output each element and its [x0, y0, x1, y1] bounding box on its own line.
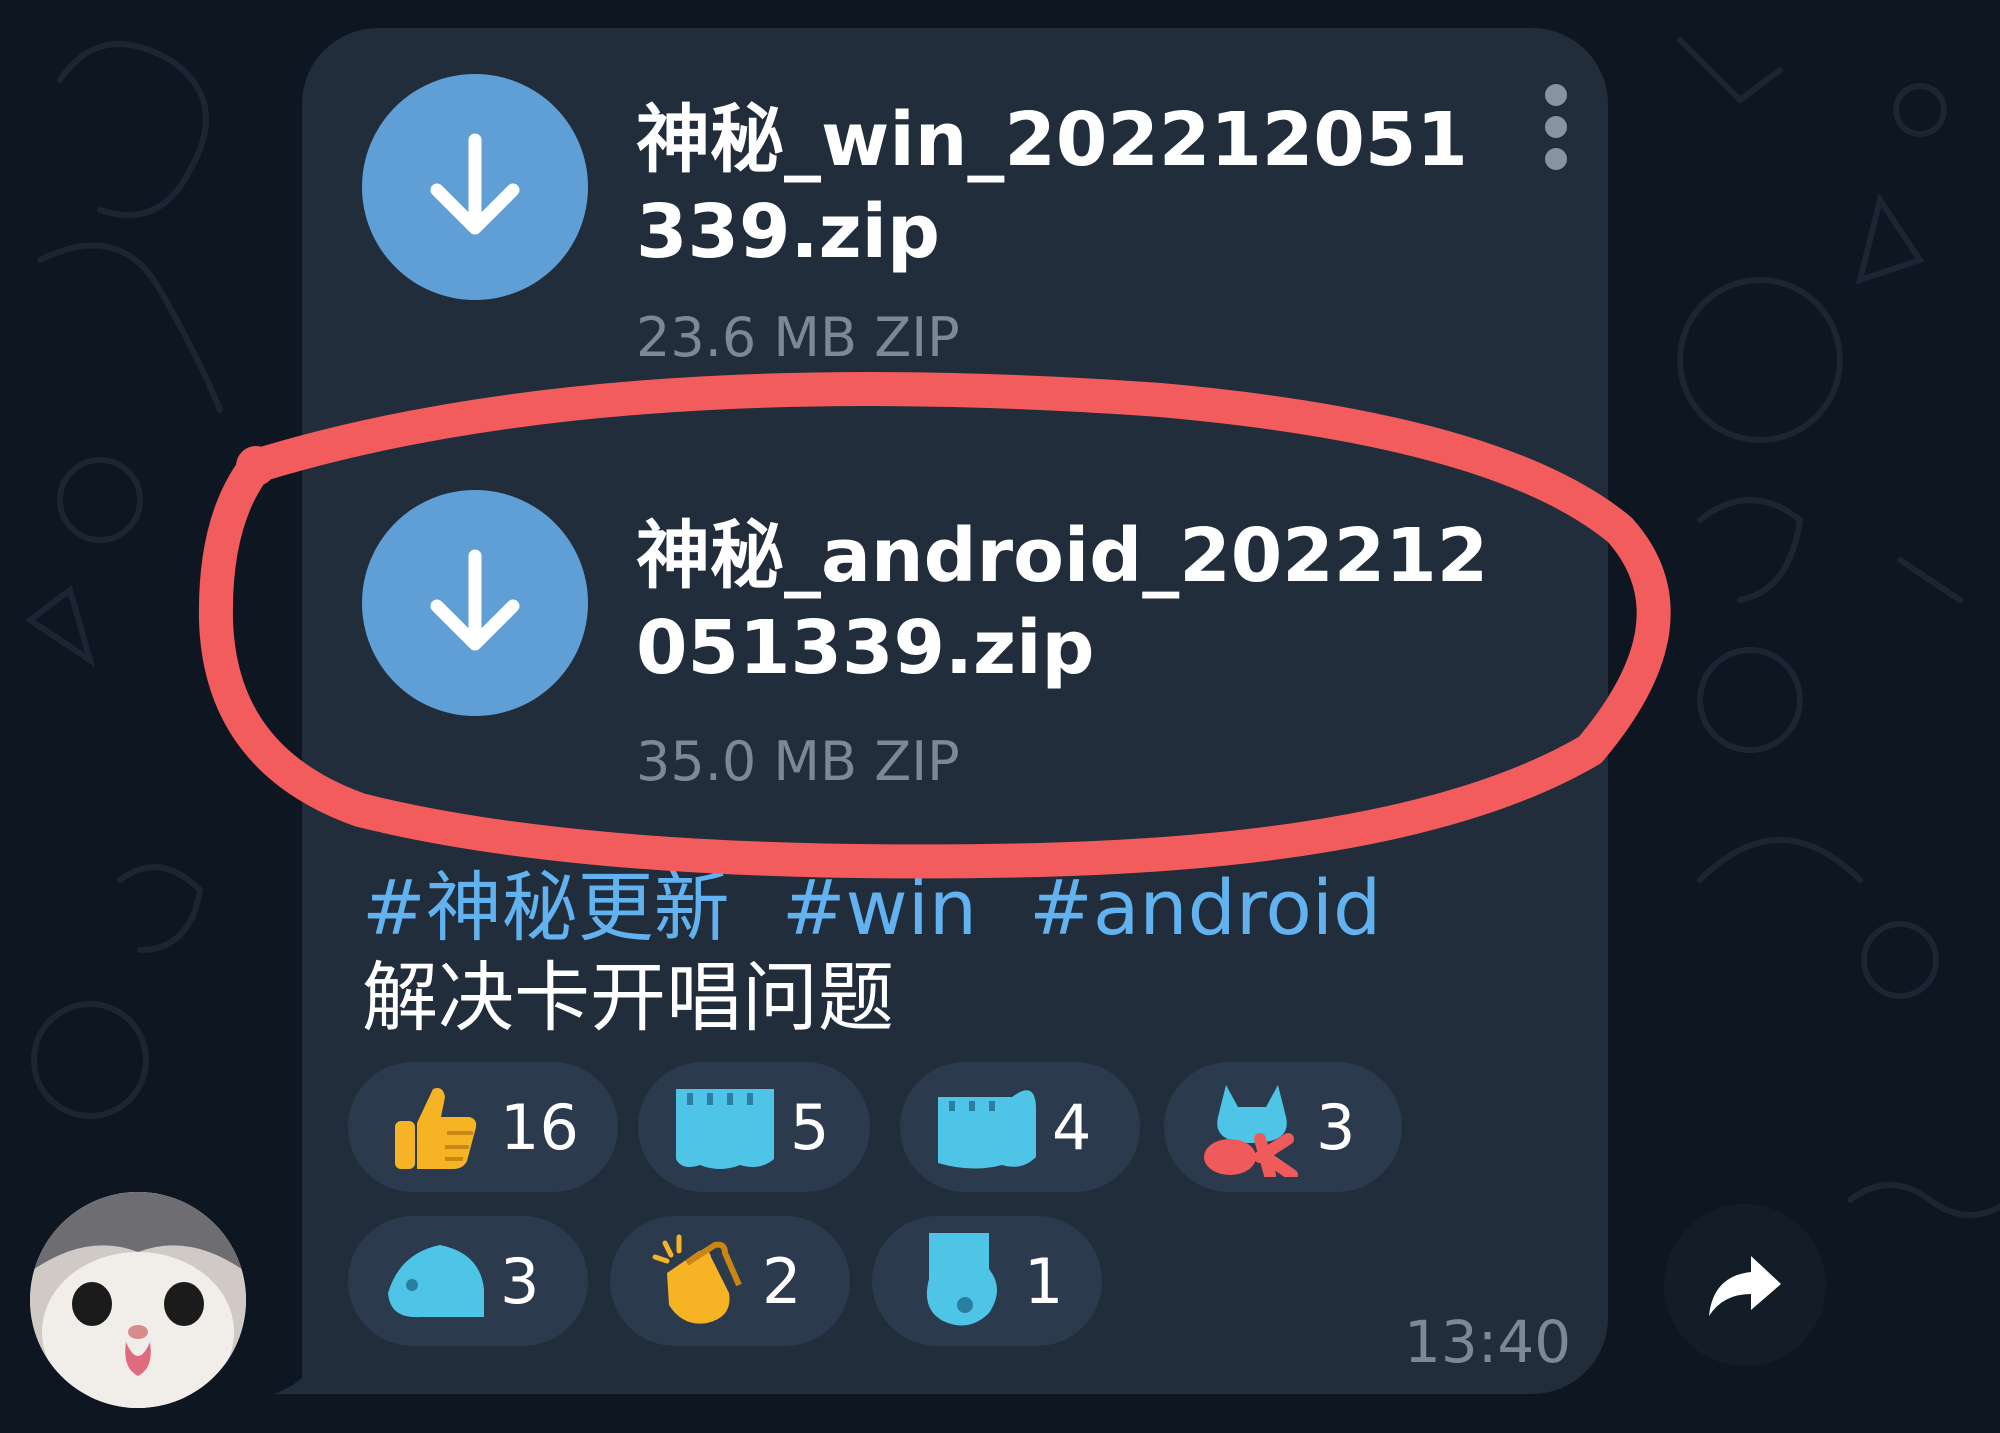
share-button[interactable] [1664, 1204, 1826, 1366]
reaction-count: 3 [1316, 1090, 1356, 1164]
arrow-down-icon [430, 133, 520, 235]
reaction-chip[interactable]: 4 [900, 1062, 1140, 1192]
file-name: 神秘_win_202212051339.zip [636, 97, 1468, 275]
blue-cat-sticker-icon [932, 1077, 1042, 1177]
bubble-tail [274, 1330, 334, 1394]
reaction-count: 3 [500, 1244, 540, 1318]
thumbs-up-icon [380, 1077, 490, 1177]
file-attachment-android[interactable]: 神秘_android_202212051339.zip 35.0 MB ZIP [362, 490, 1492, 800]
download-button[interactable] [362, 490, 588, 716]
hashtag-link[interactable]: #android [1029, 863, 1381, 952]
reaction-count: 16 [500, 1090, 579, 1164]
reaction-chip[interactable]: 3 [348, 1216, 588, 1346]
reaction-chip[interactable]: 1 [872, 1216, 1102, 1346]
reaction-chip[interactable]: 3 [1164, 1062, 1402, 1192]
clapping-hands-icon [642, 1231, 752, 1331]
reaction-count: 1 [1024, 1244, 1064, 1318]
file-size: 35.0 MB ZIP [636, 730, 960, 793]
reaction-chip[interactable]: 5 [638, 1062, 870, 1192]
reaction-count: 5 [790, 1090, 830, 1164]
file-name: 神秘_android_202212051339.zip [636, 513, 1489, 691]
ok-cat-sticker-icon [1196, 1077, 1306, 1177]
file-size: 23.6 MB ZIP [636, 306, 960, 369]
file-attachment-win[interactable]: 神秘_win_202212051339.zip 23.6 MB ZIP [362, 74, 1492, 374]
arrow-down-icon [430, 549, 520, 651]
message-timestamp: 13:40 [1404, 1308, 1572, 1376]
download-button[interactable] [362, 74, 588, 300]
reaction-chip[interactable]: 16 [348, 1062, 618, 1192]
blue-cat-sticker-icon [380, 1231, 490, 1331]
reaction-count: 4 [1052, 1090, 1092, 1164]
share-arrow-icon [1709, 1256, 1781, 1316]
cat-avatar-icon [30, 1192, 246, 1408]
message-menu-button[interactable] [1538, 84, 1574, 174]
blue-cat-sticker-icon [670, 1077, 780, 1177]
blue-cat-sticker-icon [904, 1231, 1014, 1331]
vertical-dots-icon [1545, 84, 1567, 106]
reaction-chip[interactable]: 2 [610, 1216, 850, 1346]
sender-avatar[interactable] [30, 1192, 246, 1408]
reaction-count: 2 [762, 1244, 802, 1318]
message-text: 解决卡开唱问题 [362, 953, 894, 1042]
